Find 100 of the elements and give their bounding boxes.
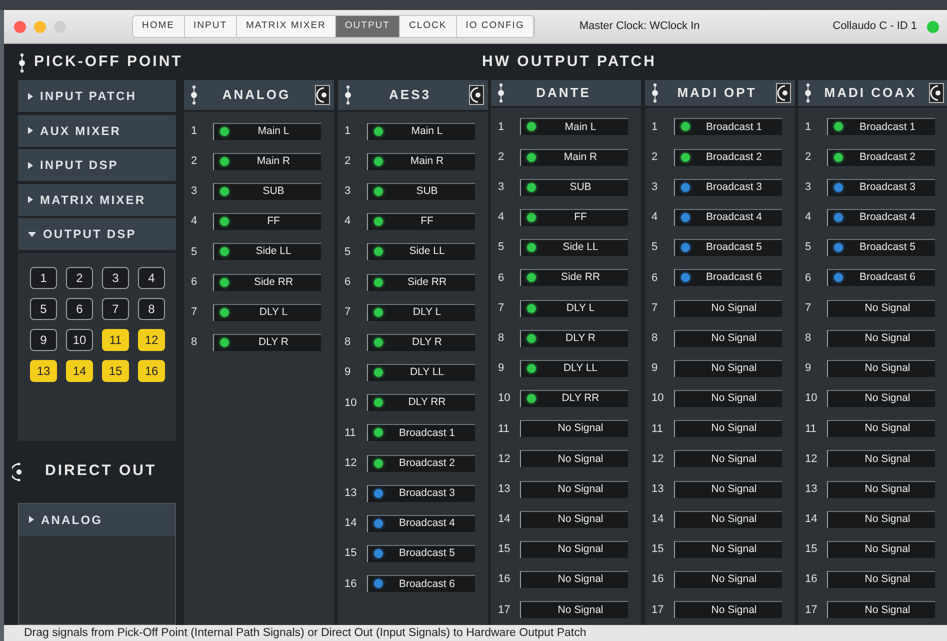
output-slot[interactable]: Main L bbox=[366, 122, 474, 140]
output-slot[interactable]: SUB bbox=[213, 182, 321, 200]
nav-tab[interactable]: INPUT bbox=[184, 16, 237, 37]
output-slot[interactable]: FF bbox=[366, 213, 474, 230]
output-slot[interactable]: Broadcast 1 bbox=[366, 424, 474, 442]
output-slot[interactable]: No Signal bbox=[674, 571, 782, 588]
output-slot[interactable]: Broadcast 6 bbox=[366, 575, 474, 592]
output-slot[interactable]: No Signal bbox=[827, 541, 935, 558]
output-slot[interactable]: Broadcast 1 bbox=[674, 118, 782, 136]
output-slot[interactable]: No Signal bbox=[827, 360, 935, 377]
output-slot[interactable]: FF bbox=[520, 208, 628, 226]
output-slot[interactable]: FF bbox=[213, 213, 321, 230]
output-slot[interactable]: Broadcast 5 bbox=[366, 545, 474, 562]
output-slot[interactable]: DLY LL bbox=[366, 364, 474, 382]
output-slot[interactable]: No Signal bbox=[520, 601, 628, 618]
output-slot[interactable]: No Signal bbox=[827, 480, 935, 498]
output-slot[interactable]: DLY R bbox=[520, 330, 628, 347]
output-slot[interactable]: DLY RR bbox=[366, 394, 474, 412]
output-slot[interactable]: DLY LL bbox=[520, 360, 628, 377]
channel-button[interactable]: 15 bbox=[102, 360, 129, 382]
output-slot[interactable]: Side LL bbox=[366, 243, 474, 260]
output-slot[interactable]: Main R bbox=[213, 152, 321, 170]
output-slot[interactable]: SUB bbox=[520, 178, 628, 196]
output-slot[interactable]: No Signal bbox=[520, 450, 628, 468]
nav-item[interactable]: ANALOG bbox=[19, 504, 175, 536]
output-slot[interactable]: DLY L bbox=[520, 300, 628, 317]
channel-button[interactable]: 3 bbox=[102, 266, 129, 288]
channel-button[interactable]: 8 bbox=[138, 298, 165, 320]
output-slot[interactable]: Main L bbox=[213, 122, 321, 140]
output-slot[interactable]: No Signal bbox=[827, 601, 935, 618]
output-slot[interactable]: Side RR bbox=[213, 274, 321, 291]
output-slot[interactable]: No Signal bbox=[674, 450, 782, 468]
output-slot[interactable]: No Signal bbox=[520, 571, 628, 588]
output-slot[interactable]: Broadcast 2 bbox=[674, 148, 782, 166]
channel-button[interactable]: 1 bbox=[30, 266, 57, 288]
output-slot[interactable]: DLY L bbox=[366, 304, 474, 321]
channel-button[interactable]: 10 bbox=[66, 328, 93, 350]
output-slot[interactable]: Main L bbox=[520, 118, 628, 136]
output-slot[interactable]: Broadcast 3 bbox=[366, 484, 474, 502]
output-slot[interactable]: No Signal bbox=[674, 330, 782, 347]
channel-button[interactable]: 11 bbox=[102, 328, 129, 350]
channel-button[interactable]: 9 bbox=[30, 328, 57, 350]
output-slot[interactable]: No Signal bbox=[520, 480, 628, 498]
nav-item[interactable]: INPUT DSP bbox=[18, 149, 176, 181]
output-slot[interactable]: Side LL bbox=[213, 243, 321, 260]
nav-item[interactable]: INPUT PATCH bbox=[18, 80, 176, 112]
nav-tab[interactable]: OUTPUT bbox=[336, 16, 400, 37]
output-slot[interactable]: No Signal bbox=[827, 390, 935, 408]
output-slot[interactable]: DLY R bbox=[213, 334, 321, 351]
output-slot[interactable]: No Signal bbox=[674, 510, 782, 528]
output-slot[interactable]: No Signal bbox=[674, 601, 782, 618]
output-slot[interactable]: DLY RR bbox=[520, 390, 628, 408]
output-slot[interactable]: No Signal bbox=[674, 390, 782, 408]
channel-button[interactable]: 7 bbox=[102, 298, 129, 320]
output-slot[interactable]: Main R bbox=[520, 148, 628, 166]
channel-button[interactable]: 16 bbox=[138, 360, 165, 382]
output-slot[interactable]: Broadcast 2 bbox=[827, 148, 935, 166]
nav-item[interactable]: AUX MIXER bbox=[18, 114, 176, 146]
output-slot[interactable]: No Signal bbox=[674, 541, 782, 558]
output-slot[interactable]: Broadcast 4 bbox=[827, 208, 935, 226]
output-slot[interactable]: No Signal bbox=[520, 510, 628, 528]
bracket-dot-icon[interactable] bbox=[12, 462, 23, 482]
output-slot[interactable]: No Signal bbox=[827, 571, 935, 588]
nav-tab[interactable]: CLOCK bbox=[400, 16, 457, 37]
output-slot[interactable]: No Signal bbox=[674, 480, 782, 498]
output-slot[interactable]: DLY R bbox=[366, 334, 474, 351]
output-slot[interactable]: Broadcast 3 bbox=[827, 178, 935, 196]
nav-item[interactable]: MATRIX MIXER bbox=[18, 184, 176, 216]
output-slot[interactable]: Broadcast 3 bbox=[674, 178, 782, 196]
output-slot[interactable]: Side RR bbox=[520, 269, 628, 286]
output-slot[interactable]: Broadcast 4 bbox=[674, 208, 782, 226]
output-slot[interactable]: Broadcast 4 bbox=[366, 515, 474, 532]
output-slot[interactable]: Broadcast 1 bbox=[827, 118, 935, 136]
output-slot[interactable]: Side RR bbox=[366, 274, 474, 291]
output-slot[interactable]: Main R bbox=[366, 152, 474, 170]
nav-tab[interactable]: IO CONFIG bbox=[456, 16, 534, 37]
output-slot[interactable]: Broadcast 2 bbox=[366, 454, 474, 472]
output-slot[interactable]: No Signal bbox=[827, 300, 935, 317]
output-slot[interactable]: Side LL bbox=[520, 239, 628, 256]
output-slot[interactable]: No Signal bbox=[827, 330, 935, 347]
output-slot[interactable]: DLY L bbox=[213, 304, 321, 321]
output-slot[interactable]: Broadcast 6 bbox=[827, 269, 935, 286]
channel-button[interactable]: 5 bbox=[30, 298, 57, 320]
output-slot[interactable]: No Signal bbox=[520, 420, 628, 438]
output-slot[interactable]: No Signal bbox=[827, 450, 935, 468]
nav-tab[interactable]: HOME bbox=[133, 16, 184, 37]
channel-button[interactable]: 13 bbox=[30, 360, 57, 382]
channel-button[interactable]: 6 bbox=[66, 298, 93, 320]
output-slot[interactable]: Broadcast 5 bbox=[827, 239, 935, 256]
channel-button[interactable]: 2 bbox=[66, 266, 93, 288]
output-slot[interactable]: No Signal bbox=[827, 420, 935, 438]
output-slot[interactable]: No Signal bbox=[520, 541, 628, 558]
output-slot[interactable]: No Signal bbox=[674, 300, 782, 317]
channel-button[interactable]: 4 bbox=[138, 266, 165, 288]
output-slot[interactable]: No Signal bbox=[827, 510, 935, 528]
output-slot[interactable]: Broadcast 5 bbox=[674, 239, 782, 256]
channel-button[interactable]: 12 bbox=[138, 328, 165, 350]
output-slot[interactable]: No Signal bbox=[674, 420, 782, 438]
output-slot[interactable]: Broadcast 6 bbox=[674, 269, 782, 286]
output-slot[interactable]: No Signal bbox=[674, 360, 782, 377]
